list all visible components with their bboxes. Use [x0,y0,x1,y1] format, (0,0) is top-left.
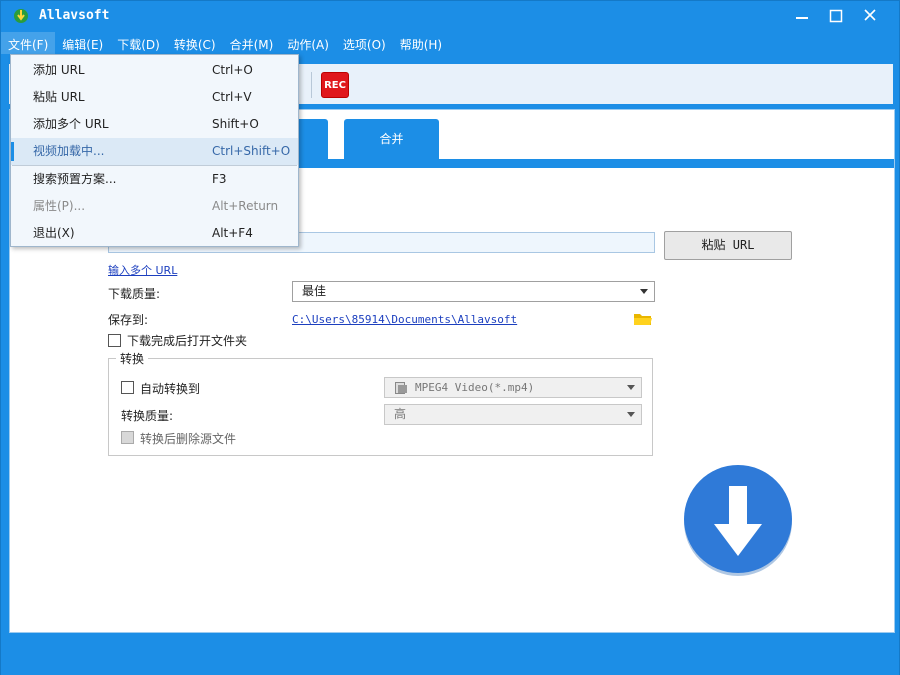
menu-item-shortcut: Alt+F4 [212,226,253,240]
menu-item-label: 搜索预置方案... [33,172,117,186]
chevron-down-icon [627,385,635,390]
menu-options[interactable]: 选项(O) [336,32,393,54]
menu-properties[interactable]: 属性(P)... Alt+Return [11,193,298,220]
menu-paste-url[interactable]: 粘贴 URL Ctrl+V [11,84,298,111]
menu-exit[interactable]: 退出(X) Alt+F4 [11,220,298,247]
open-folder-label: 下载完成后打开文件夹 [127,334,248,348]
menu-item-label: 添加多个 URL [33,117,109,131]
toolbar-separator [311,72,312,98]
menu-add-multiple-url[interactable]: 添加多个 URL Shift+O [11,111,298,138]
title-bar: Allavsoft [1,1,899,31]
menu-item-label: 退出(X) [33,226,75,240]
delete-source-label: 转换后删除源文件 [140,432,237,446]
menu-search-presets[interactable]: 搜索预置方案... F3 [11,166,298,193]
convert-group-title: 转换 [116,350,149,367]
status-bar [1,637,899,675]
menu-item-shortcut: Ctrl+O [212,63,253,77]
app-logo-icon [14,9,28,23]
convert-format-select[interactable]: MPEG4 Video(*.mp4) [384,377,642,398]
chevron-down-icon [640,289,648,294]
menu-help[interactable]: 帮助(H) [393,32,449,54]
selection-marker [11,142,14,161]
menu-item-shortcut: Ctrl+V [212,90,252,104]
menu-action[interactable]: 动作(A) [280,32,336,54]
menu-item-label: 视频加载中... [33,144,105,158]
menu-item-label: 添加 URL [33,63,85,77]
menu-item-label: 粘贴 URL [33,90,85,104]
auto-convert-label: 自动转换到 [140,382,201,396]
maximize-button[interactable] [823,5,849,27]
save-path-link[interactable]: C:\Users\85914\Documents\Allavsoft [292,313,517,326]
menu-item-shortcut: Ctrl+Shift+O [212,144,291,158]
paste-url-button[interactable]: 粘贴 URL [664,231,792,260]
menu-convert[interactable]: 转换(C) [167,32,223,54]
menu-add-url[interactable]: 添加 URL Ctrl+O [11,57,298,84]
auto-convert-checkbox[interactable] [121,381,134,394]
menu-item-label: 属性(P)... [33,199,86,213]
menu-file[interactable]: 文件(F) [1,32,56,54]
convert-format-value: MPEG4 Video(*.mp4) [415,381,535,394]
menu-item-shortcut: F3 [212,172,227,186]
download-quality-label: 下载质量: [108,287,161,301]
open-folder-checkbox[interactable] [108,334,121,347]
download-button[interactable] [682,464,794,576]
chevron-down-icon [627,412,635,417]
maximize-icon [829,9,843,23]
convert-quality-value: 高 [394,407,407,421]
window-title: Allavsoft [39,8,110,23]
rec-button[interactable]: REC [321,72,349,98]
download-quality-value: 最佳 [302,284,327,298]
save-to-label: 保存到: [108,313,149,327]
download-quality-select[interactable]: 最佳 [292,281,655,302]
file-menu-dropdown: 添加 URL Ctrl+O 粘贴 URL Ctrl+V 添加多个 URL Shi… [10,54,299,247]
menu-edit[interactable]: 编辑(E) [55,32,110,54]
tab-merge[interactable]: 合并 [344,119,439,159]
menu-video-loading[interactable]: 视频加载中... Ctrl+Shift+O [11,138,298,165]
app-window: Allavsoft 文件(F) 编辑(E) 下载(D) 转换(C) 合并(M) … [0,0,900,675]
convert-quality-label: 转换质量: [121,409,174,423]
folder-icon[interactable] [633,311,653,327]
close-button[interactable] [857,5,883,27]
menu-item-shortcut: Shift+O [212,117,259,131]
menu-bar: 文件(F) 编辑(E) 下载(D) 转换(C) 合并(M) 动作(A) 选项(O… [1,32,449,54]
close-icon [864,9,876,21]
menu-merge[interactable]: 合并(M) [223,32,281,54]
video-file-icon [395,382,407,394]
multi-url-link[interactable]: 输入多个 URL [108,262,177,278]
menu-item-shortcut: Alt+Return [212,199,279,213]
delete-source-checkbox[interactable] [121,431,134,444]
convert-quality-select[interactable]: 高 [384,404,642,425]
minimize-button[interactable] [789,5,815,27]
menu-download[interactable]: 下载(D) [110,32,167,54]
minimize-icon [796,17,808,19]
